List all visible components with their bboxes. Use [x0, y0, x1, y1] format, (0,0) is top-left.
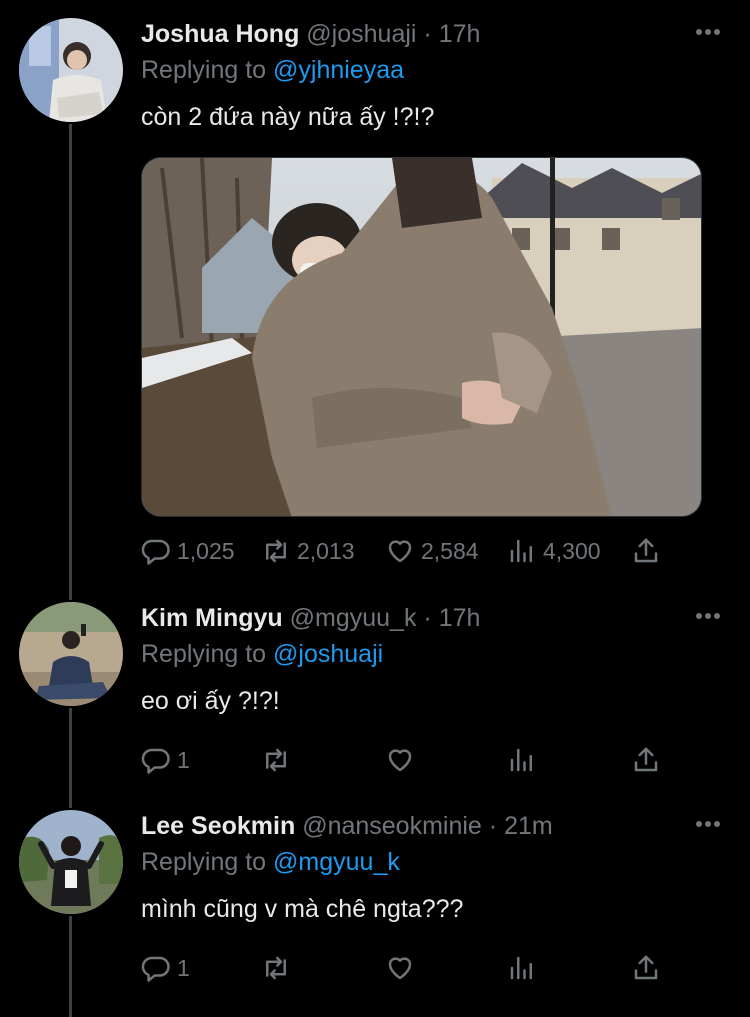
display-name[interactable]: Kim Mingyu — [141, 604, 283, 632]
user-handle[interactable]: @joshuaji — [306, 20, 416, 48]
avatar[interactable] — [19, 810, 123, 914]
like-button[interactable] — [385, 742, 415, 778]
more-icon[interactable] — [690, 20, 726, 44]
separator-dot: · — [423, 20, 432, 48]
tweet-text: eo ơi ấy ?!?! — [141, 687, 280, 715]
timestamp[interactable]: 21m — [504, 812, 553, 840]
reply-button[interactable]: 1,025 — [141, 533, 235, 569]
timestamp[interactable]: 17h — [439, 604, 481, 632]
tweet[interactable]: Lee Seokmin @nanseokminie · 21m Replying… — [0, 810, 750, 1000]
separator-dot: · — [423, 604, 432, 632]
replying-to: Replying to @mgyuu_k — [141, 846, 400, 878]
reply-button[interactable]: 1 — [141, 742, 190, 778]
share-icon — [634, 538, 658, 563]
retweet-button[interactable] — [261, 742, 291, 778]
avatar[interactable] — [19, 602, 123, 706]
views-icon — [510, 539, 532, 563]
avatar[interactable] — [19, 18, 123, 122]
retweet-icon — [266, 956, 286, 980]
replying-to: Replying to @yjhnieyaa — [141, 54, 404, 86]
retweet-button[interactable]: 2,013 — [261, 533, 355, 569]
tweet-text: còn 2 đứa này nữa ấy !?!? — [141, 103, 435, 131]
share-button[interactable] — [631, 533, 661, 569]
share-button[interactable] — [631, 742, 661, 778]
tweet-actions: 1,025 2,013 2,584 4,300 — [141, 533, 681, 569]
share-button[interactable] — [631, 950, 661, 986]
replying-to: Replying to @joshuaji — [141, 638, 383, 670]
mention-link[interactable]: @joshuaji — [273, 640, 383, 668]
share-icon — [634, 955, 658, 980]
more-icon[interactable] — [690, 812, 726, 836]
mention-link[interactable]: @mgyuu_k — [273, 848, 400, 876]
replying-to-label: Replying to — [141, 848, 267, 876]
heart-icon — [388, 540, 412, 563]
like-button[interactable] — [385, 950, 415, 986]
replying-to-label: Replying to — [141, 56, 267, 84]
view-count: 4,300 — [543, 537, 601, 564]
separator-dot: · — [488, 812, 498, 840]
reply-count: 1 — [177, 954, 190, 981]
display-name[interactable]: Joshua Hong — [141, 20, 299, 48]
retweet-icon — [266, 748, 286, 772]
reply-count: 1 — [177, 746, 190, 773]
reply-icon — [141, 956, 170, 982]
tweet-header: Joshua Hong @joshuaji · 17h — [141, 18, 480, 50]
reply-icon — [141, 539, 170, 565]
reply-count: 1,025 — [177, 537, 235, 564]
tweet[interactable]: Joshua Hong @joshuaji · 17h Replying to … — [0, 18, 750, 578]
tweet-actions: 1 — [141, 950, 681, 986]
media-photo — [142, 158, 701, 516]
user-handle[interactable]: @mgyuu_k — [290, 604, 417, 632]
reply-button[interactable]: 1 — [141, 950, 190, 986]
tweet[interactable]: Kim Mingyu @mgyuu_k · 17h Replying to @j… — [0, 602, 750, 792]
retweet-count: 2,013 — [297, 537, 355, 564]
mention-link[interactable]: @yjhnieyaa — [273, 56, 404, 84]
tweet-text: mình cũng v mà chê ngta??? — [141, 895, 464, 923]
replying-to-label: Replying to — [141, 640, 267, 668]
like-button[interactable]: 2,584 — [385, 533, 479, 569]
views-button[interactable]: 4,300 — [507, 533, 601, 569]
tweet-media-image[interactable] — [141, 157, 702, 517]
display-name[interactable]: Lee Seokmin — [141, 812, 295, 840]
heart-icon — [388, 749, 412, 772]
retweet-icon — [266, 539, 286, 563]
user-handle[interactable]: @nanseokminie — [302, 812, 482, 840]
retweet-button[interactable] — [261, 950, 291, 986]
share-icon — [634, 747, 658, 772]
views-button[interactable] — [507, 950, 537, 986]
reply-icon — [141, 748, 170, 774]
tweet-header: Kim Mingyu @mgyuu_k · 17h — [141, 602, 480, 634]
like-count: 2,584 — [421, 537, 479, 564]
tweet-actions: 1 — [141, 742, 681, 778]
timestamp[interactable]: 17h — [439, 20, 481, 48]
more-icon[interactable] — [690, 604, 726, 628]
views-icon — [510, 956, 532, 980]
views-button[interactable] — [507, 742, 537, 778]
heart-icon — [388, 957, 412, 980]
views-icon — [510, 748, 532, 772]
tweet-header: Lee Seokmin @nanseokminie · 21m — [141, 810, 553, 842]
